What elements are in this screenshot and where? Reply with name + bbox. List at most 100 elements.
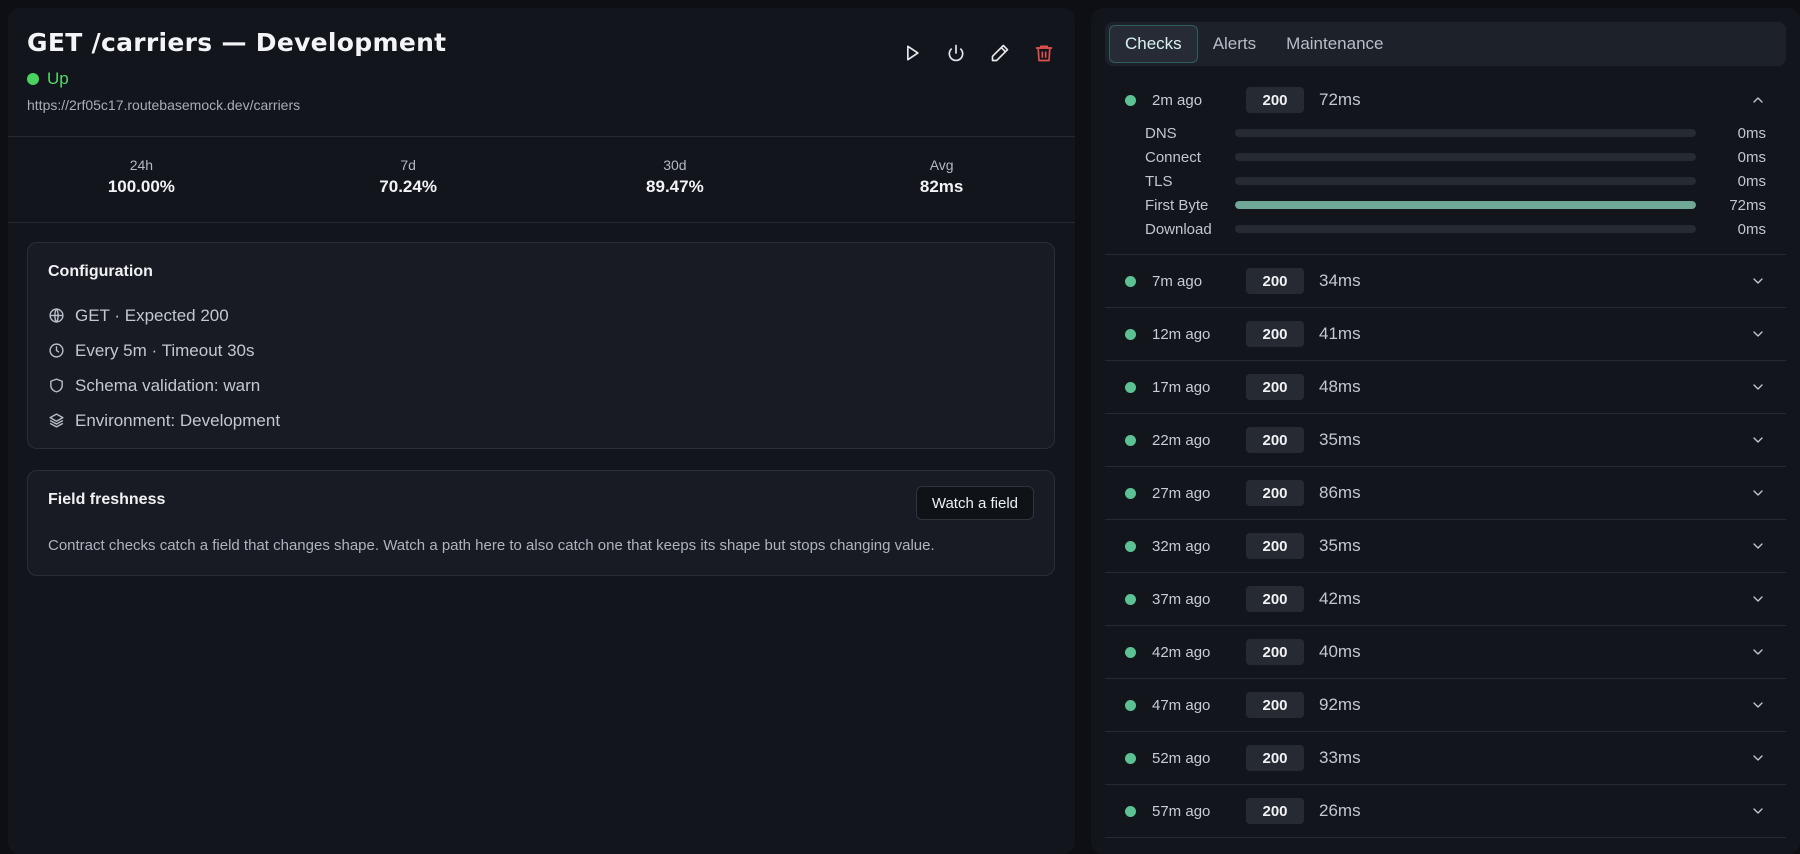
chevron-down-icon[interactable] (1750, 644, 1766, 660)
timing-label: DNS (1145, 124, 1177, 142)
response-time: 35ms (1319, 430, 1361, 449)
check-status-dot (1125, 752, 1136, 764)
check-time: 52m ago (1152, 749, 1211, 767)
monitor-url: https://2rf05c17.routebasemock.dev/carri… (27, 97, 301, 113)
status-code-badge: 200 (1246, 639, 1304, 665)
check-status-dot (1125, 328, 1136, 340)
check-row[interactable]: 17m ago 200 48ms (1105, 361, 1786, 414)
timing-label: TLS (1145, 172, 1173, 190)
stat-label: 7d (400, 157, 416, 173)
check-time: 57m ago (1152, 802, 1211, 820)
check-row[interactable]: 32m ago 200 35ms (1105, 520, 1786, 573)
chevron-down-icon[interactable] (1750, 273, 1766, 289)
stat-label: 24h (129, 157, 154, 173)
check-summary: 17m ago 200 48ms (1105, 361, 1786, 413)
timing-row: First Byte 72ms (1145, 193, 1766, 217)
check-row[interactable]: 12m ago 200 41ms (1105, 308, 1786, 361)
check-row[interactable]: 52m ago 200 33ms (1105, 732, 1786, 785)
check-status-dot (1125, 646, 1136, 658)
status-text: Up (47, 69, 69, 88)
chevron-down-icon[interactable] (1750, 538, 1766, 554)
stat-value: 70.24% (379, 177, 437, 196)
timing-label: Connect (1145, 148, 1201, 166)
action-toolbar (901, 42, 1055, 64)
chevron-down-icon[interactable] (1750, 697, 1766, 713)
status-indicator: Up (27, 69, 1055, 89)
tab-checks[interactable]: Checks (1109, 25, 1198, 63)
tab-alerts[interactable]: Alerts (1198, 26, 1271, 62)
status-code-badge: 200 (1246, 586, 1304, 612)
check-row[interactable]: 47m ago 200 92ms (1105, 679, 1786, 732)
stat-30d: 30d 89.47% (542, 137, 809, 222)
layers-icon (49, 413, 64, 428)
stat-value: 89.47% (646, 177, 704, 196)
timing-value: 0ms (1737, 220, 1766, 238)
checks-panel: Checks Alerts Maintenance 2m ago 200 72ms D… (1091, 8, 1800, 854)
check-summary: 12m ago 200 41ms (1105, 308, 1786, 360)
check-summary: 27m ago 200 86ms (1105, 467, 1786, 519)
watch-field-button[interactable]: Watch a field (915, 486, 1034, 520)
check-time: 37m ago (1152, 590, 1211, 608)
check-time: 47m ago (1152, 696, 1211, 714)
config-list: GET · Expected 200 Every 5m · Timeout 30… (48, 298, 280, 438)
run-check-button[interactable] (901, 42, 923, 64)
chevron-down-icon[interactable] (1750, 432, 1766, 448)
chevron-down-icon[interactable] (1750, 485, 1766, 501)
chevron-down-icon[interactable] (1750, 750, 1766, 766)
edit-button[interactable] (989, 42, 1011, 64)
timing-value: 0ms (1737, 172, 1766, 190)
config-item-environment: Environment: Development (48, 403, 280, 438)
chevron-down-icon[interactable] (1750, 379, 1766, 395)
check-row[interactable]: 27m ago 200 86ms (1105, 467, 1786, 520)
stat-label: 30d (663, 157, 687, 173)
check-time: 2m ago (1152, 91, 1203, 109)
check-row[interactable]: 7m ago 200 34ms (1105, 255, 1786, 308)
chevron-down-icon[interactable] (1750, 326, 1766, 342)
checks-list: 2m ago 200 72ms DNS 0ms Connect 0ms TLS 0ms First… (1105, 74, 1786, 838)
check-summary: 22m ago 200 35ms (1105, 414, 1786, 466)
globe-icon (49, 308, 64, 323)
timing-row: Download 0ms (1145, 217, 1766, 241)
timing-bar (1235, 225, 1696, 233)
chevron-down-icon[interactable] (1750, 591, 1766, 607)
timing-bar (1235, 129, 1696, 137)
tab-bar: Checks Alerts Maintenance (1105, 22, 1786, 66)
check-summary: 52m ago 200 33ms (1105, 732, 1786, 784)
check-time: 22m ago (1152, 431, 1211, 449)
check-row[interactable]: 2m ago 200 72ms DNS 0ms Connect 0ms TLS 0ms First… (1105, 74, 1786, 255)
check-summary: 57m ago 200 26ms (1105, 785, 1786, 837)
check-summary: 2m ago 200 72ms (1105, 74, 1786, 126)
check-row[interactable]: 22m ago 200 35ms (1105, 414, 1786, 467)
check-row[interactable]: 42m ago 200 40ms (1105, 626, 1786, 679)
response-time: 35ms (1319, 536, 1361, 555)
check-summary: 47m ago 200 92ms (1105, 679, 1786, 731)
check-summary: 32m ago 200 35ms (1105, 520, 1786, 572)
check-status-dot (1125, 699, 1136, 711)
delete-button[interactable] (1033, 42, 1055, 64)
timing-row: DNS 0ms (1145, 121, 1766, 145)
check-row[interactable]: 37m ago 200 42ms (1105, 573, 1786, 626)
response-time: 92ms (1319, 695, 1361, 714)
check-row[interactable]: 57m ago 200 26ms (1105, 785, 1786, 838)
play-icon (907, 45, 919, 61)
power-icon (948, 44, 964, 62)
stat-24h: 24h 100.00% (8, 137, 275, 222)
response-time: 72ms (1319, 90, 1361, 109)
stat-value: 82ms (919, 177, 964, 196)
check-time: 12m ago (1152, 325, 1211, 343)
status-code-badge: 200 (1246, 374, 1304, 400)
response-time: 41ms (1319, 324, 1361, 343)
check-status-dot (1125, 381, 1136, 393)
freshness-description: Contract checks catch a field that chang… (48, 537, 935, 554)
chevron-up-icon[interactable] (1750, 92, 1766, 108)
status-code-badge: 200 (1246, 798, 1304, 824)
check-status-dot (1125, 94, 1136, 106)
tab-maintenance[interactable]: Maintenance (1271, 26, 1398, 62)
chevron-down-icon[interactable] (1750, 803, 1766, 819)
response-time: 33ms (1319, 748, 1361, 767)
card-title: Configuration (48, 263, 153, 280)
monitor-header: GET /carriers — Development Up https://2… (27, 28, 1055, 138)
pause-button[interactable] (945, 42, 967, 64)
check-status-dot (1125, 434, 1136, 446)
check-time: 7m ago (1152, 272, 1203, 290)
